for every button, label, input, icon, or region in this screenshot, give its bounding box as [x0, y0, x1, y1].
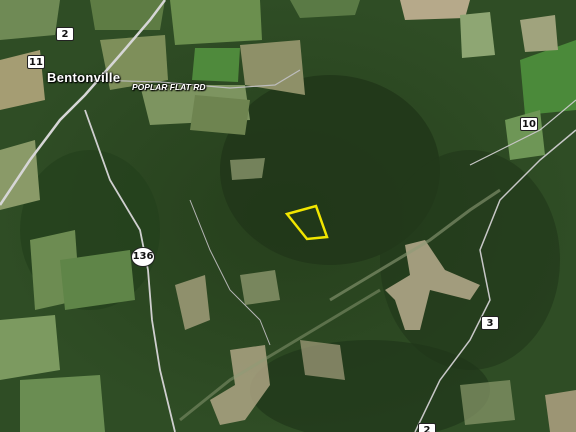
town-label: Bentonville — [47, 70, 121, 85]
route-11-shield: 11 — [27, 55, 45, 69]
clearing — [460, 380, 515, 425]
farm-field — [0, 0, 60, 40]
route-2-south-shield: 2 — [418, 423, 436, 432]
clearing — [230, 158, 265, 180]
farm-field — [400, 0, 470, 20]
farm-field — [170, 0, 262, 45]
route-3-shield: 3 — [481, 316, 499, 330]
route-2-north-shield: 2 — [56, 27, 74, 41]
clearing — [240, 270, 280, 305]
clearing — [545, 390, 576, 432]
dense-forest-patch — [380, 150, 560, 370]
farm-field — [190, 95, 250, 135]
farm-field — [520, 15, 558, 52]
farm-field — [60, 250, 135, 310]
satellite-map[interactable]: 2 11 Bentonville POPLAR FLAT RD 10 136 3… — [0, 0, 576, 432]
farm-field — [0, 315, 60, 380]
road-name-label: POPLAR FLAT RD — [132, 82, 206, 92]
route-136-shield: 136 — [131, 247, 155, 267]
farm-field — [192, 48, 240, 82]
route-10-shield: 10 — [520, 117, 538, 131]
clearing — [300, 340, 345, 380]
satellite-imagery — [0, 0, 576, 432]
farm-field — [20, 375, 105, 432]
farm-field — [460, 12, 495, 58]
